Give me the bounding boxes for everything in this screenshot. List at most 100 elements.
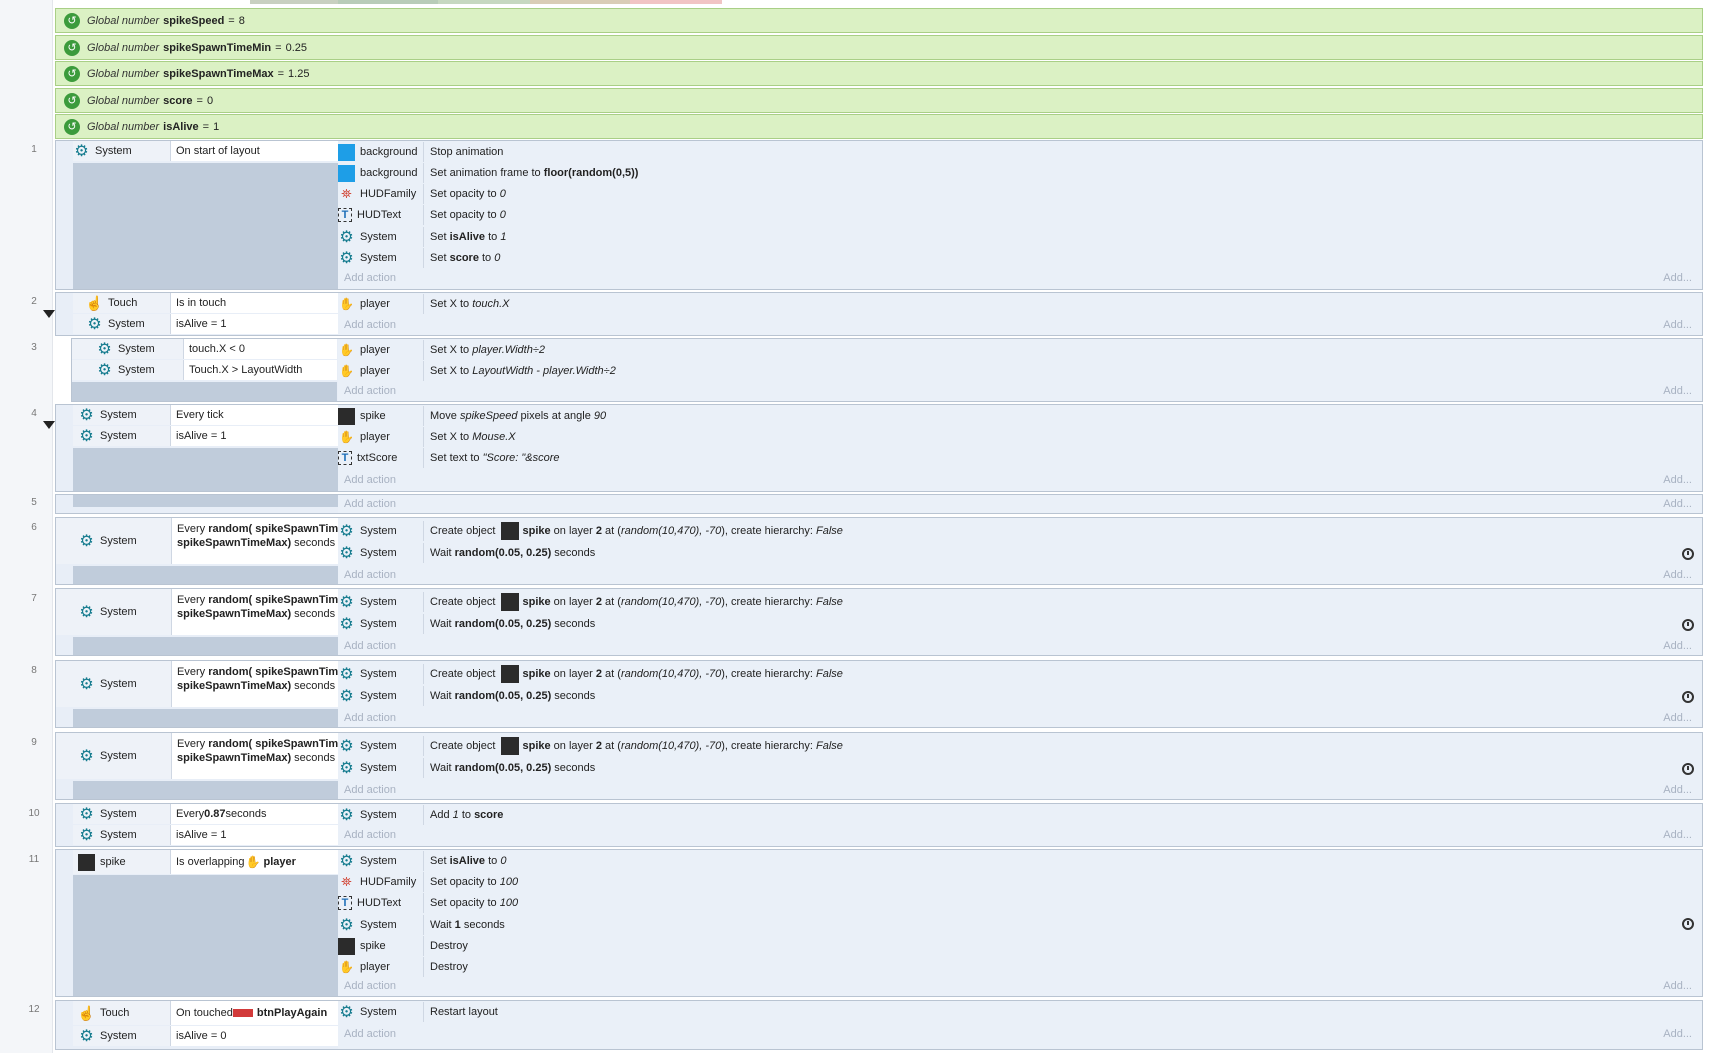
- event-block[interactable]: ⚙ System Every tick ⚙ System isAlive = 1 s…: [55, 404, 1703, 492]
- action-row[interactable]: T HUDText Set opacity to 0: [338, 205, 506, 225]
- add-link[interactable]: Add...: [1663, 712, 1692, 724]
- add-link[interactable]: Add...: [1663, 319, 1692, 331]
- add-action-link[interactable]: Add action: [344, 319, 396, 331]
- tab-strip-1[interactable]: [250, 0, 338, 4]
- add-link[interactable]: Add...: [1663, 980, 1692, 992]
- event-block[interactable]: ⚙ System Every 0.87 seconds ⚙ System isAli…: [55, 803, 1703, 847]
- action-row[interactable]: ✋ player Set X to touch.X: [338, 294, 510, 314]
- condition-row[interactable]: ⚙ System touch.X < 0: [72, 339, 337, 359]
- event-block[interactable]: ⚙ System Every random( spikeSpawnTimeMin,…: [55, 660, 1703, 728]
- action-row[interactable]: ⛯ HUDFamily Set opacity to 100: [338, 872, 518, 892]
- global-variable-row[interactable]: ↺ Global number spikeSpeed = 8: [55, 8, 1703, 33]
- event-number: 6: [31, 522, 37, 533]
- event-block[interactable]: ☝ Touch On touched btnPlayAgain ⚙ System i…: [55, 1000, 1703, 1050]
- event-block[interactable]: ⚙ System Every random( spikeSpawnTimeMin,…: [55, 588, 1703, 656]
- object-name: System: [95, 145, 132, 157]
- action-row[interactable]: T HUDText Set opacity to 100: [338, 893, 518, 913]
- action-row[interactable]: ⚙ System Set isAlive to 1: [338, 227, 506, 247]
- action-row[interactable]: ⚙ System Add 1 to score: [338, 805, 503, 825]
- sprite-icon: [338, 143, 355, 161]
- action-row[interactable]: ⚙ System Wait random(0.05, 0.25) seconds: [338, 614, 595, 634]
- add-action-link[interactable]: Add action: [344, 272, 396, 284]
- gear-icon: ⚙: [79, 747, 94, 765]
- action-row[interactable]: ⚙ System Set score to 0: [338, 248, 500, 268]
- action-row[interactable]: TtxtScore Set text to "Score: "&score: [338, 448, 560, 468]
- add-action-link[interactable]: Add action: [344, 1028, 396, 1040]
- add-link[interactable]: Add...: [1663, 829, 1692, 841]
- add-action-link[interactable]: Add action: [344, 569, 396, 581]
- add-action-link[interactable]: Add action: [344, 474, 396, 486]
- action-row[interactable]: ⚙ System Wait random(0.05, 0.25) seconds: [338, 686, 595, 706]
- action-text: Set isAlive to 1: [424, 231, 506, 243]
- condition-text: touch.X < 0: [184, 339, 337, 359]
- action-row[interactable]: ⚙ System Set isAlive to 0: [338, 851, 506, 871]
- add-link[interactable]: Add...: [1663, 474, 1692, 486]
- action-row[interactable]: ✋ player Set X to player.Width÷2: [338, 340, 545, 360]
- action-row[interactable]: ⚙ System Create object spike on layer 2 at…: [338, 521, 843, 541]
- collapse-toggle-icon[interactable]: [43, 310, 55, 318]
- action-row[interactable]: ⚙ System Wait random(0.05, 0.25) seconds: [338, 543, 595, 563]
- tab-strip-2[interactable]: [338, 0, 438, 4]
- action-object: spike: [338, 406, 424, 426]
- action-row[interactable]: spike Destroy: [338, 936, 468, 956]
- sub-event-block[interactable]: ⚙ System touch.X < 0 ⚙ System Touch.X > La…: [71, 338, 1703, 402]
- add-link[interactable]: Add...: [1663, 498, 1692, 510]
- action-row[interactable]: ⚙ System Wait random(0.05, 0.25) seconds: [338, 758, 595, 778]
- actions-column: ⚙ System Create object spike on layer 2 at…: [338, 733, 1702, 799]
- condition-object: ⚙ System: [73, 426, 171, 446]
- add-action-link[interactable]: Add action: [344, 980, 396, 992]
- add-link[interactable]: Add...: [1663, 1028, 1692, 1040]
- global-variable-row[interactable]: ↺ Global number isAlive = 1: [55, 114, 1703, 139]
- action-row[interactable]: ✋ player Destroy: [338, 957, 468, 977]
- actions-column: ⚙ System Create object spike on layer 2 at…: [338, 518, 1702, 584]
- event-block[interactable]: ⚙ System Every random( spikeSpawnTimeMin,…: [55, 732, 1703, 800]
- add-link[interactable]: Add...: [1663, 784, 1692, 796]
- family-icon: ⛯: [341, 186, 352, 201]
- action-row[interactable]: ⚙ System Wait 1 seconds: [338, 915, 505, 935]
- global-name: spikeSpawnTimeMin: [163, 41, 272, 54]
- condition-object: ⚙ System: [73, 1026, 171, 1046]
- action-row[interactable]: background Set animation frame to floor(r…: [338, 163, 638, 183]
- add-action-link[interactable]: Add action: [344, 385, 396, 397]
- action-row[interactable]: spike Move spikeSpeed pixels at angle 90: [338, 406, 606, 426]
- event-block[interactable]: spike Is overlapping ✋ player ⚙ System Set …: [55, 849, 1703, 997]
- tab-strip-4[interactable]: [530, 0, 630, 4]
- add-link[interactable]: Add...: [1663, 640, 1692, 652]
- action-row[interactable]: background Stop animation: [338, 142, 503, 162]
- global-variable-row[interactable]: ↺ Global number spikeSpawnTimeMax = 1.25: [55, 61, 1703, 86]
- add-link[interactable]: Add...: [1663, 385, 1692, 397]
- action-row[interactable]: ⚙ System Create object spike on layer 2 at…: [338, 664, 843, 684]
- event-block[interactable]: ☝ Touch Is in touch ⚙ System isAlive = 1 ✋…: [55, 292, 1703, 336]
- action-row[interactable]: ⚙ System Create object spike on layer 2 at…: [338, 736, 843, 756]
- add-action-link[interactable]: Add action: [344, 498, 396, 510]
- event-block[interactable]: Add action Add...: [55, 494, 1703, 514]
- action-row[interactable]: ✋ player Set X to LayoutWidth - player.Wid…: [338, 361, 616, 381]
- condition-row[interactable]: ⚙ System Touch.X > LayoutWidth: [72, 360, 337, 380]
- tab-strip-3[interactable]: [438, 0, 530, 4]
- condition-text-bold: player: [263, 856, 296, 868]
- action-row[interactable]: ⛯ HUDFamily Set opacity to 0: [338, 184, 506, 204]
- add-action-link[interactable]: Add action: [344, 829, 396, 841]
- event-number: 5: [31, 497, 37, 508]
- add-link[interactable]: Add...: [1663, 272, 1692, 284]
- global-variable-row[interactable]: ↺ Global number spikeSpawnTimeMin = 0.25: [55, 35, 1703, 60]
- action-text-part: to: [485, 855, 501, 867]
- global-variable-row[interactable]: ↺ Global number score = 0: [55, 88, 1703, 113]
- action-row[interactable]: ⚙ System Restart layout: [338, 1002, 498, 1022]
- event-block[interactable]: ⚙ System On start of layout background Sto…: [55, 140, 1703, 290]
- object-name: txtScore: [357, 452, 398, 464]
- event-block[interactable]: ⚙ System Every random( spikeSpawnTimeMin,…: [55, 517, 1703, 585]
- tab-strip-5[interactable]: [630, 0, 722, 4]
- action-row[interactable]: ✋ player Set X to Mouse.X: [338, 427, 516, 447]
- action-text-part: ), create hierarchy:: [721, 667, 816, 680]
- collapse-toggle-icon[interactable]: [43, 421, 55, 429]
- add-action-link[interactable]: Add action: [344, 712, 396, 724]
- spike-sprite-icon: [501, 665, 520, 683]
- player-sprite-icon: ✋: [339, 430, 354, 444]
- add-link[interactable]: Add...: [1663, 569, 1692, 581]
- action-row[interactable]: ⚙ System Create object spike on layer 2 at…: [338, 592, 843, 612]
- add-action-link[interactable]: Add action: [344, 784, 396, 796]
- action-object: ✋ player: [338, 340, 424, 360]
- add-action-link[interactable]: Add action: [344, 640, 396, 652]
- event-number: 8: [31, 665, 37, 676]
